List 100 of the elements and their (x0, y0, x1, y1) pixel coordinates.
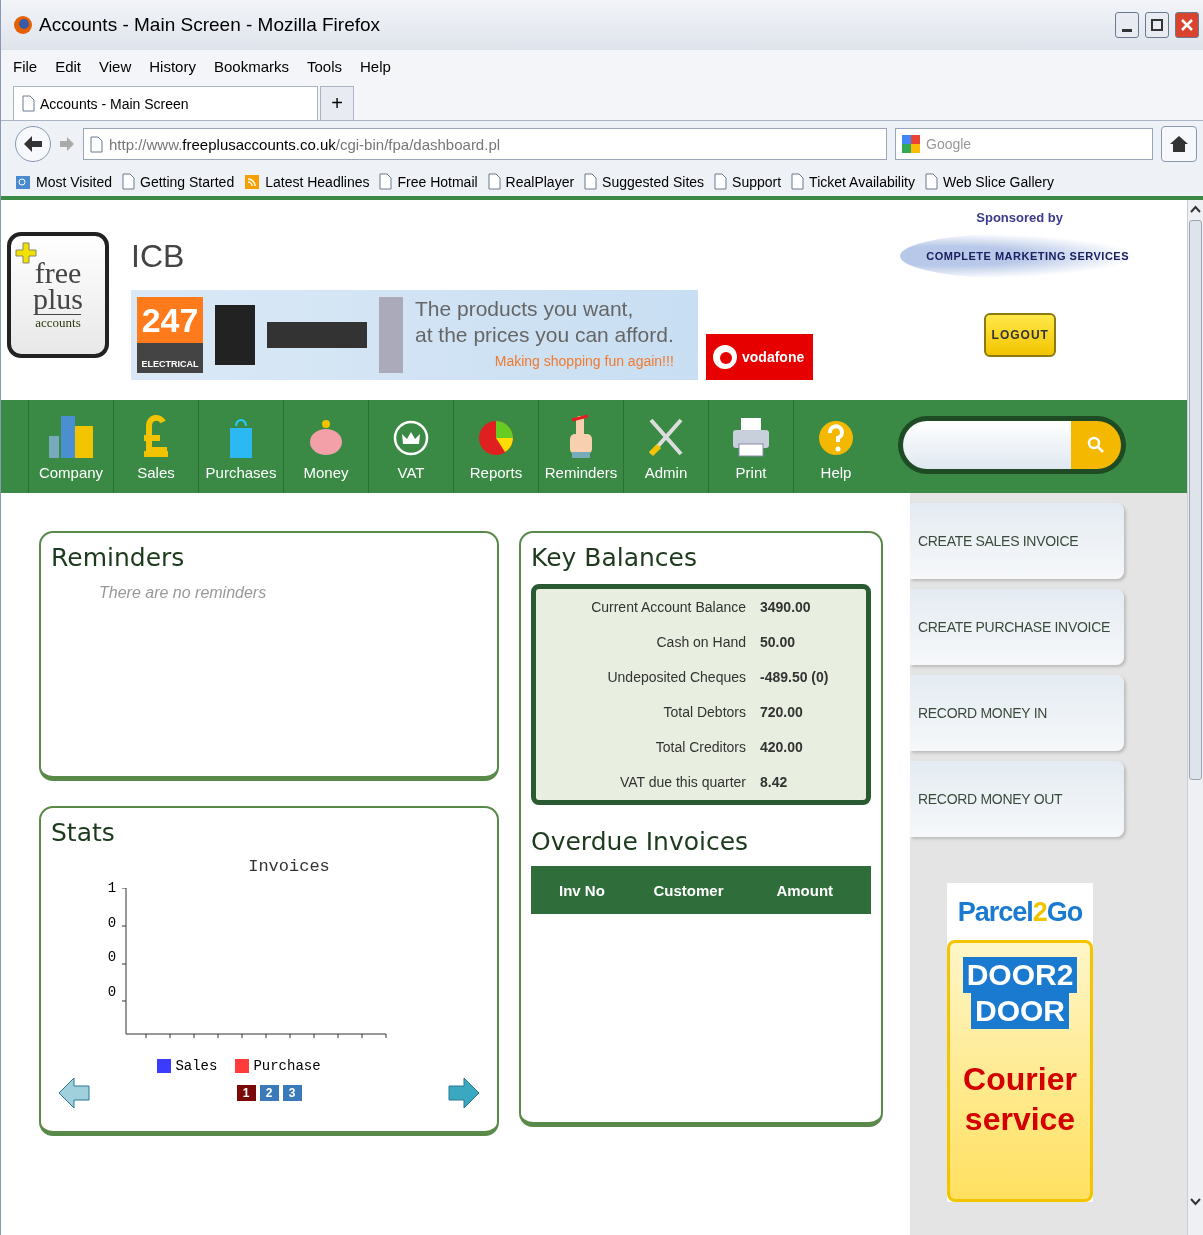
menu-item[interactable]: History (149, 58, 196, 75)
bookmark-link[interactable]: Suggested Sites (584, 173, 705, 190)
column-header: Customer (653, 881, 725, 899)
previous-arrow-icon[interactable] (57, 1076, 91, 1110)
balance-label: Current Account Balance (590, 599, 746, 615)
bookmark-link[interactable]: Most Visited (15, 173, 112, 190)
page-button[interactable]: 2 (259, 1085, 279, 1101)
axis-tick-label: 0 (107, 983, 117, 1000)
menu-item[interactable]: Edit (55, 58, 82, 75)
search-field[interactable] (898, 416, 1126, 474)
menu-item[interactable]: View (99, 58, 132, 75)
page-icon (22, 95, 35, 112)
help-icon (818, 418, 854, 458)
scrollbar-thumb[interactable] (1189, 220, 1202, 780)
page-icon (487, 173, 501, 190)
balance-label: Total Creditors (654, 739, 746, 755)
minimize-button[interactable] (1115, 12, 1139, 38)
tools-icon (647, 416, 685, 458)
nav-button[interactable]: VAT (368, 400, 453, 493)
panel-title: Reminders (51, 543, 186, 572)
close-button[interactable] (1175, 12, 1199, 38)
page-icon (791, 173, 805, 190)
nav-button[interactable]: Reminders (538, 400, 623, 493)
balance-value: -489.50 (0) (760, 669, 830, 685)
panel-title: Stats (51, 818, 116, 847)
forward-arrow-icon (59, 136, 75, 152)
page-icon (924, 173, 938, 190)
legend-item: Sales (157, 1058, 218, 1074)
section-title: Overdue Invoices (531, 827, 750, 856)
courier-ad[interactable]: Parcel2Go DOOR2 DOOR Courier service (947, 883, 1093, 1202)
logout-button[interactable]: LOGOUT (983, 313, 1056, 357)
nav-button[interactable]: Help (793, 400, 878, 493)
balance-label: Cash on Hand (655, 634, 746, 650)
printer-icon (731, 416, 771, 458)
action-button[interactable]: CREATE PURCHASE INVOICE (910, 589, 1124, 665)
maximize-icon (1151, 19, 1163, 31)
axis-tick-label: 0 (107, 949, 117, 966)
bookmark-link[interactable]: Ticket Availability (791, 173, 915, 190)
browser-tab[interactable]: Accounts - Main Screen (13, 86, 318, 120)
balance-value: 420.00 (760, 739, 804, 755)
firefox-icon (13, 15, 33, 35)
freeplus-logo: free plus accounts (7, 232, 109, 358)
action-button[interactable]: RECORD MONEY OUT (910, 761, 1124, 837)
nav-button[interactable]: Sales (113, 400, 198, 493)
vodafone-ad[interactable]: vodafone (706, 334, 813, 380)
bookmark-link[interactable]: Support (714, 173, 782, 190)
nav-button[interactable]: Purchases (198, 400, 283, 493)
nav-button[interactable]: Admin (623, 400, 708, 493)
menu-item[interactable]: File (13, 58, 38, 75)
page-icon (379, 173, 393, 190)
sponsor-label: Sponsored by (976, 210, 1063, 225)
page-icon (122, 173, 135, 190)
page-button[interactable]: 3 (282, 1085, 302, 1101)
menu-item[interactable]: Help (360, 58, 391, 75)
nav-button[interactable]: Company (28, 400, 113, 493)
search-icon (1087, 436, 1105, 454)
next-arrow-icon[interactable] (447, 1076, 481, 1110)
balance-value: 8.42 (760, 774, 789, 790)
action-button[interactable]: CREATE SALES INVOICE (910, 503, 1124, 579)
nav-button[interactable]: Print (708, 400, 793, 493)
page-icon (714, 173, 728, 190)
legend-item: Purchase (235, 1058, 321, 1074)
balance-label: Total Debtors (662, 704, 746, 720)
bookmark-link[interactable]: Latest Headlines (244, 173, 370, 190)
action-button[interactable]: RECORD MONEY IN (910, 675, 1124, 751)
menu-item[interactable]: Tools (307, 58, 342, 75)
company-name: ICB (131, 236, 186, 276)
piggy-bank-icon (308, 418, 344, 458)
maximize-button[interactable] (1145, 12, 1169, 38)
electrical-ad-banner[interactable]: 247 ELECTRICAL The products you want, at the prices you can afford. Making shopping fun again!!! (131, 290, 698, 380)
folder-icon (15, 173, 31, 190)
address-bar[interactable]: http://www.freeplusaccounts.co.uk/cgi-bin/fpa/dashboard.pl (83, 128, 887, 160)
nav-button[interactable]: Reports (453, 400, 538, 493)
home-button[interactable] (1161, 126, 1197, 162)
empty-message: There are no reminders (99, 584, 268, 602)
balance-label: Undeposited Cheques (606, 669, 746, 685)
vodafone-icon (712, 344, 738, 370)
bookmark-link[interactable]: Getting Started (122, 173, 235, 190)
pound-icon (141, 414, 171, 458)
page-icon (584, 173, 598, 190)
back-button[interactable] (15, 126, 51, 162)
page-button[interactable]: 1 (236, 1085, 256, 1101)
minimize-icon (1122, 28, 1132, 32)
bookmark-link[interactable]: Web Slice Gallery (924, 173, 1054, 190)
bookmark-link[interactable]: RealPlayer (487, 173, 575, 190)
window-title: Accounts - Main Screen - Mozilla Firefox (39, 14, 382, 36)
crown-emblem-icon (393, 418, 429, 458)
pie-chart-icon (477, 418, 515, 458)
plus-icon (15, 242, 37, 264)
menu-item[interactable]: Bookmarks (213, 58, 289, 75)
chart-title: Invoices (248, 857, 330, 876)
new-tab-button[interactable]: + (320, 86, 354, 120)
close-icon (1181, 19, 1193, 31)
bookmark-link[interactable]: Free Hotmail (379, 173, 478, 190)
page-icon (90, 135, 103, 153)
axis-tick-label: 0 (107, 914, 117, 931)
nav-button[interactable]: Money (283, 400, 368, 493)
google-icon (902, 135, 920, 153)
home-icon (1169, 135, 1189, 153)
balance-value: 720.00 (760, 704, 804, 720)
